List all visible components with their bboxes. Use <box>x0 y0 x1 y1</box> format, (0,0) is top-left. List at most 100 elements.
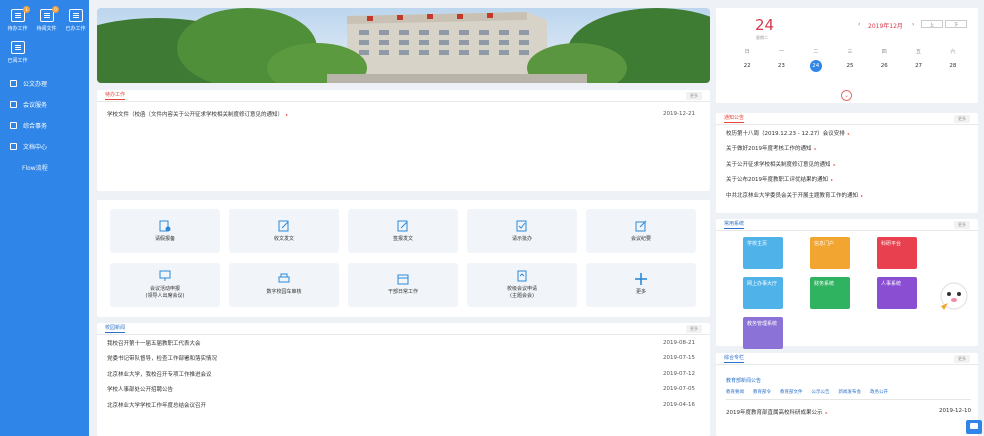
system-tile[interactable]: 信息门户 <box>810 237 850 269</box>
item-title: 党委书记带队督导，检查工作部署和落实情况 <box>107 356 218 363</box>
weekday-label: 一 <box>778 49 784 55</box>
system-tile[interactable]: 学校主页 <box>743 237 783 269</box>
more-button[interactable]: 更多 <box>686 324 702 333</box>
folder-icon <box>10 143 17 150</box>
plus-icon <box>635 273 647 285</box>
calendar-date[interactable]: 22 <box>730 63 764 72</box>
calendar-widget: 24 星期二 ‹ 2019年12月 › 上 下 日 一 二 三 四 五 六 22… <box>716 8 978 103</box>
list-item[interactable]: 关于公开征求学校相关制度修订意见的通知 ▸ <box>716 156 978 172</box>
tile-cadre-work[interactable]: 干部日常工作 <box>348 262 458 307</box>
gear-icon <box>10 122 17 129</box>
tab-link[interactable]: 教育部文件 <box>780 389 803 395</box>
weekday-label: 四 <box>881 49 887 55</box>
tile-instruct[interactable]: 请示批办 <box>467 209 577 253</box>
system-tile[interactable]: 人事系统 <box>877 277 917 309</box>
panel-title: 通知公告 <box>724 115 745 123</box>
section-subtitle: 教育部新闻公告 <box>726 378 762 384</box>
mascot-icon[interactable] <box>938 276 970 312</box>
calendar-date[interactable]: 26 <box>867 63 901 72</box>
quick-todo[interactable]: 1 待办工作 <box>3 6 32 34</box>
quick-read[interactable]: 已阅工作 <box>3 38 32 66</box>
more-button[interactable]: 更多 <box>686 91 702 100</box>
list-item[interactable]: 关于公布2019年度教职工评优结果的通知 ▸ <box>716 172 978 188</box>
tab-link[interactable]: 新闻发布会 <box>839 389 862 395</box>
arrow-icon: ▸ <box>814 146 817 152</box>
list-item[interactable]: 2019年度教育部直属高校科研成果公示 ▸ 2019-12-10 <box>726 408 971 416</box>
tile-label: 更多 <box>635 289 646 295</box>
nav-item-meeting[interactable]: 会议服务 <box>0 94 89 115</box>
tile-school-meeting[interactable]: 校级会议申请 (主题会会) <box>467 262 577 307</box>
campus-photo <box>97 8 710 83</box>
list-item[interactable]: 党委书记带队督导，检查工作部署和落实情况 2019-07-15 <box>97 351 710 367</box>
expand-icon[interactable]: ⌄ <box>841 90 852 101</box>
nav-item-docs-center[interactable]: 文档中心 <box>0 136 89 157</box>
calendar-date[interactable]: 27 <box>901 63 935 72</box>
system-tile[interactable]: 财务系统 <box>810 277 850 309</box>
upload-doc-icon <box>517 270 527 281</box>
list-item[interactable]: 校历第十八周（2019.12.23 - 12.27）会议安排 ▸ <box>716 125 978 141</box>
tab-link[interactable]: 教育要闻 <box>726 389 744 395</box>
item-date: 2019-12-10 <box>939 408 971 414</box>
tile-receive[interactable]: 收文发文 <box>229 209 339 253</box>
link-tabs: 教育要闻 教育部令 教育部文件 公示公告 新闻发布会 政务公开 <box>726 389 888 395</box>
quick-toread[interactable]: 0 待阅文件 <box>32 6 61 34</box>
tab-link[interactable]: 公示公告 <box>812 389 830 395</box>
tile-minutes[interactable]: 会议纪要 <box>586 209 696 253</box>
nav-item-docs[interactable]: 公文办理 <box>0 73 89 94</box>
presentation-icon <box>159 270 171 281</box>
item-title: 2019年度教育部直属高校科研成果公示 <box>726 410 823 416</box>
tile-label: 会议活动申报 (领导人出席会议) <box>145 285 185 299</box>
item-date: 2019-04-16 <box>663 401 695 408</box>
calendar-date[interactable]: 23 <box>764 63 798 72</box>
item-date: 2019-07-12 <box>663 370 695 377</box>
printer-icon <box>278 273 290 283</box>
tab-link[interactable]: 教育部令 <box>753 389 771 395</box>
quick-actions: 1 待办工作 0 待阅文件 已办工作 已阅工作 <box>0 0 89 66</box>
next-month-icon[interactable]: › <box>912 21 914 28</box>
network-icon <box>68 9 83 22</box>
calendar-date-today[interactable]: 24 <box>809 60 822 72</box>
prev-month-icon[interactable]: ‹ <box>858 21 860 28</box>
system-tile[interactable]: 科研平台 <box>877 237 917 269</box>
nav-item-flow[interactable]: Flow流程 <box>0 157 89 178</box>
tile-more[interactable]: 更多 <box>586 262 696 307</box>
tile-campus-car[interactable]: 数字校园车审核 <box>229 262 339 307</box>
arrow-icon: ▸ <box>847 130 850 136</box>
chat-icon[interactable] <box>966 420 982 434</box>
list-item[interactable]: 关于做好2019年度考核工作的通知 ▸ <box>716 141 978 157</box>
list-item[interactable]: 北京林业大学学校工作年度总结会议召开 2019-04-16 <box>97 397 710 413</box>
quick-label: 已办工作 <box>65 26 86 32</box>
calendar-date[interactable]: 25 <box>833 63 867 72</box>
weekday-label: 六 <box>950 49 956 55</box>
tile-meeting-apply[interactable]: 会议活动申报 (领导人出席会议) <box>110 262 220 307</box>
item-title: 关于做好2019年度考核工作的通知 <box>726 146 812 153</box>
list-item[interactable]: 我校召开第十一届五届教职工代表大会 2019-08-21 <box>97 335 710 351</box>
calendar-prev-button[interactable]: 上 <box>921 20 943 28</box>
more-button[interactable]: 更多 <box>954 114 970 123</box>
more-button[interactable]: 更多 <box>954 220 970 229</box>
news-panel: 校园新闻 更多 我校召开第十一届五届教职工代表大会 2019-08-21 党委书记… <box>97 323 710 436</box>
tile-label: 收文发文 <box>273 235 294 242</box>
list-item[interactable]: 北京林业大学，我校召开专项工作推进会议 2019-07-12 <box>97 366 710 382</box>
list-item[interactable]: 学校人事部处公开招聘公告 2019-07-05 <box>97 382 710 398</box>
calendar-icon <box>397 274 409 285</box>
nav-item-affairs[interactable]: 综合事务 <box>0 115 89 136</box>
item-title: 学校文件（校函〔文件内容关于公开征求学校相关制度修订意见的通知〕 <box>107 112 284 118</box>
tab-link[interactable]: 政务公开 <box>870 389 888 395</box>
list-item[interactable]: 中共北京林业大学委员会关于开展主题教育工作的通知 ▸ <box>716 187 978 203</box>
system-tile[interactable]: 教务管理系统 <box>743 317 783 349</box>
nav-label: 综合事务 <box>23 123 48 130</box>
calendar-date[interactable]: 28 <box>936 63 970 72</box>
panel-header: 校园新闻 更多 <box>97 323 710 335</box>
tile-leave[interactable]: 请假报备 <box>110 209 220 253</box>
quick-done[interactable]: 已办工作 <box>61 6 90 34</box>
sidebar-nav: 公文办理 会议服务 综合事务 文档中心 Flow流程 <box>0 73 89 178</box>
campus-banner <box>97 8 710 83</box>
list-item[interactable]: 学校文件（校函〔文件内容关于公开征求学校相关制度修订意见的通知〕 ▸ 2019-1… <box>97 108 710 120</box>
panel-title: 待办工作 <box>105 92 126 100</box>
tile-sign[interactable]: 签报发文 <box>348 209 458 253</box>
calendar-next-button[interactable]: 下 <box>945 20 967 28</box>
more-button[interactable]: 更多 <box>954 354 970 363</box>
tile-label: 数字校园车审核 <box>266 289 302 295</box>
system-tile[interactable]: 网上办事大厅 <box>743 277 783 309</box>
